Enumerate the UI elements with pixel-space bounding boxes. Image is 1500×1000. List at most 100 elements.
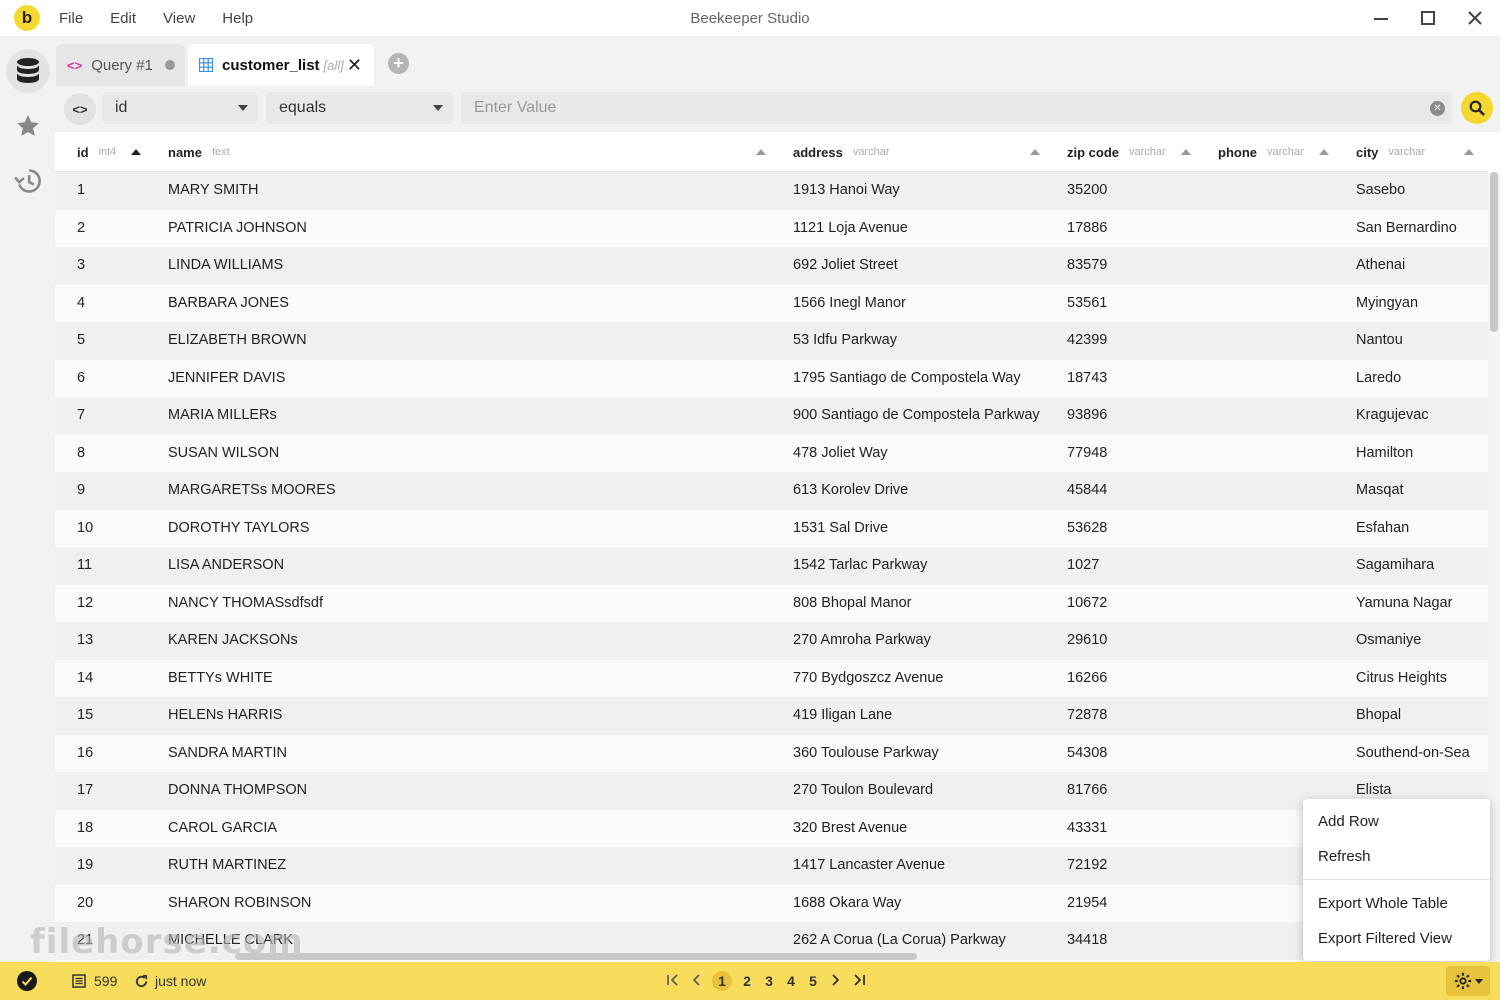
table-cell-id[interactable]: 17 (77, 772, 93, 810)
table-cell-zip-code[interactable]: 45844 (1067, 472, 1107, 510)
table-cell-zip-code[interactable]: 18743 (1067, 360, 1107, 398)
table-cell-name[interactable]: MARY SMITH (168, 172, 259, 210)
menu-edit[interactable]: Edit (110, 10, 136, 27)
table-cell-address[interactable]: 1531 Sal Drive (793, 510, 888, 548)
menu-export-whole-table[interactable]: Export Whole Table (1318, 895, 1448, 912)
table-row[interactable]: 16 SANDRA MARTIN 360 Toulouse Parkway 54308… (55, 734, 1488, 773)
table-cell-city[interactable]: Citrus Heights (1356, 660, 1447, 698)
table-cell-name[interactable]: KAREN JACKSONs (168, 622, 298, 660)
table-cell-name[interactable]: SUSAN WILSON (168, 435, 279, 473)
table-cell-city[interactable]: Sagamihara (1356, 547, 1434, 585)
table-cell-address[interactable]: 270 Amroha Parkway (793, 622, 931, 660)
table-cell-address[interactable]: 478 Joliet Way (793, 435, 888, 473)
table-cell-zip-code[interactable]: 21954 (1067, 885, 1107, 923)
table-cell-zip-code[interactable]: 17886 (1067, 210, 1107, 248)
table-cell-name[interactable]: NANCY THOMASsdfsdf (168, 585, 323, 623)
table-row[interactable]: 13 KAREN JACKSONs 270 Amroha Parkway 29610 O… (55, 622, 1488, 660)
close-tab-icon[interactable]: ✕ (347, 55, 362, 76)
page-2[interactable]: 2 (740, 973, 754, 989)
table-cell-name[interactable]: SHARON ROBINSON (168, 885, 311, 923)
table-cell-zip-code[interactable]: 77948 (1067, 435, 1107, 473)
table-cell-id[interactable]: 10 (77, 510, 93, 548)
table-cell-zip-code[interactable]: 53628 (1067, 510, 1107, 548)
table-cell-address[interactable]: 1542 Tarlac Parkway (793, 547, 927, 585)
menu-refresh[interactable]: Refresh (1318, 848, 1371, 865)
last-refreshed[interactable]: just now (134, 973, 206, 989)
table-cell-zip-code[interactable]: 93896 (1067, 397, 1107, 435)
table-cell-id[interactable]: 11 (77, 547, 92, 585)
table-cell-address[interactable]: 270 Toulon Boulevard (793, 772, 933, 810)
table-row[interactable]: 12 NANCY THOMASsdfsdf 808 Bhopal Manor 1067… (55, 584, 1488, 623)
table-cell-id[interactable]: 14 (77, 660, 93, 698)
table-cell-id[interactable]: 13 (77, 622, 93, 660)
sort-icon[interactable] (756, 149, 766, 155)
next-page-icon[interactable] (830, 973, 840, 989)
table-cell-name[interactable]: ELIZABETH BROWN (168, 322, 307, 360)
table-cell-address[interactable]: 53 Idfu Parkway (793, 322, 897, 360)
table-cell-name[interactable]: BETTYs WHITE (168, 660, 273, 698)
last-page-icon[interactable] (852, 973, 866, 989)
table-cell-address[interactable]: 1795 Santiago de Compostela Way (793, 360, 1021, 398)
sort-asc-icon[interactable] (131, 149, 141, 155)
table-row[interactable]: 1 MARY SMITH 1913 Hanoi Way 35200 Sasebo (55, 172, 1488, 210)
table-cell-city[interactable]: Kragujevac (1356, 397, 1429, 435)
filter-operator-select[interactable]: equals (266, 92, 453, 124)
page-3[interactable]: 3 (762, 973, 776, 989)
table-cell-zip-code[interactable]: 53561 (1067, 285, 1107, 323)
sort-icon[interactable] (1319, 149, 1329, 155)
table-row[interactable]: 18 CAROL GARCIA 320 Brest Avenue 43331 (55, 809, 1488, 848)
table-cell-name[interactable]: LINDA WILLIAMS (168, 247, 283, 285)
table-cell-id[interactable]: 5 (77, 322, 85, 360)
table-cell-address[interactable]: 1566 Inegl Manor (793, 285, 906, 323)
table-cell-name[interactable]: MARIA MILLERs (168, 397, 277, 435)
table-row[interactable]: 9 MARGARETSs MOORES 613 Korolev Drive 45844… (55, 472, 1488, 510)
table-cell-id[interactable]: 8 (77, 435, 85, 473)
close-window-button[interactable] (1463, 6, 1487, 30)
table-cell-address[interactable]: 1913 Hanoi Way (793, 172, 900, 210)
table-cell-zip-code[interactable]: 35200 (1067, 172, 1107, 210)
table-cell-zip-code[interactable]: 83579 (1067, 247, 1107, 285)
table-cell-city[interactable]: Southend-on-Sea (1356, 735, 1470, 773)
sort-icon[interactable] (1030, 149, 1040, 155)
vertical-scroll-thumb[interactable] (1490, 172, 1498, 332)
table-row[interactable]: 4 BARBARA JONES 1566 Inegl Manor 53561 Mying… (55, 284, 1488, 323)
table-cell-address[interactable]: 419 Iligan Lane (793, 697, 892, 735)
table-cell-address[interactable]: 1121 Loja Avenue (793, 210, 908, 248)
table-cell-zip-code[interactable]: 54308 (1067, 735, 1107, 773)
table-cell-name[interactable]: DONNA THOMPSON (168, 772, 307, 810)
filter-value-input[interactable] (461, 92, 1452, 124)
tab-query[interactable]: <> Query #1 (56, 44, 185, 86)
sort-icon[interactable] (1181, 149, 1191, 155)
table-cell-zip-code[interactable]: 16266 (1067, 660, 1107, 698)
column-header-name[interactable]: name text (168, 132, 230, 172)
table-cell-id[interactable]: 4 (77, 285, 85, 323)
table-row[interactable]: 5 ELIZABETH BROWN 53 Idfu Parkway 42399 Nant… (55, 322, 1488, 360)
table-row[interactable]: 8 SUSAN WILSON 478 Joliet Way 77948 Hamilton (55, 434, 1488, 473)
minimize-button[interactable] (1369, 6, 1393, 30)
table-cell-city[interactable]: Osmaniye (1356, 622, 1421, 660)
table-row[interactable]: 15 HELENs HARRIS 419 Iligan Lane 72878 Bhopa… (55, 697, 1488, 735)
search-button[interactable] (1461, 92, 1493, 124)
table-row[interactable]: 2 PATRICIA JOHNSON 1121 Loja Avenue 17886 Sa… (55, 209, 1488, 248)
clear-filter-button[interactable]: ✕ (1430, 101, 1445, 116)
table-cell-id[interactable]: 6 (77, 360, 85, 398)
table-cell-city[interactable]: Athenai (1356, 247, 1405, 285)
table-cell-name[interactable]: JENNIFER DAVIS (168, 360, 285, 398)
first-page-icon[interactable] (666, 973, 680, 989)
table-cell-zip-code[interactable]: 10672 (1067, 585, 1107, 623)
table-row[interactable]: 14 BETTYs WHITE 770 Bydgoszcz Avenue 16266 C… (55, 659, 1488, 698)
table-cell-id[interactable]: 12 (77, 585, 93, 623)
table-cell-name[interactable]: CAROL GARCIA (168, 810, 277, 848)
table-cell-id[interactable]: 19 (77, 847, 93, 885)
table-cell-name[interactable]: HELENs HARRIS (168, 697, 282, 735)
menu-add-row[interactable]: Add Row (1318, 813, 1379, 830)
table-row[interactable]: 10 DOROTHY TAYLORS 1531 Sal Drive 53628 Esfa… (55, 509, 1488, 548)
filter-field-select[interactable]: id (102, 92, 258, 124)
table-row[interactable]: 20 SHARON ROBINSON 1688 Okara Way 21954 (55, 884, 1488, 923)
column-header-id[interactable]: id int4 (77, 132, 116, 172)
add-tab-button[interactable]: + (388, 53, 409, 74)
table-cell-id[interactable]: 3 (77, 247, 85, 285)
table-cell-name[interactable]: MARGARETSs MOORES (168, 472, 336, 510)
page-1[interactable]: 1 (712, 971, 732, 991)
maximize-button[interactable] (1416, 6, 1440, 30)
